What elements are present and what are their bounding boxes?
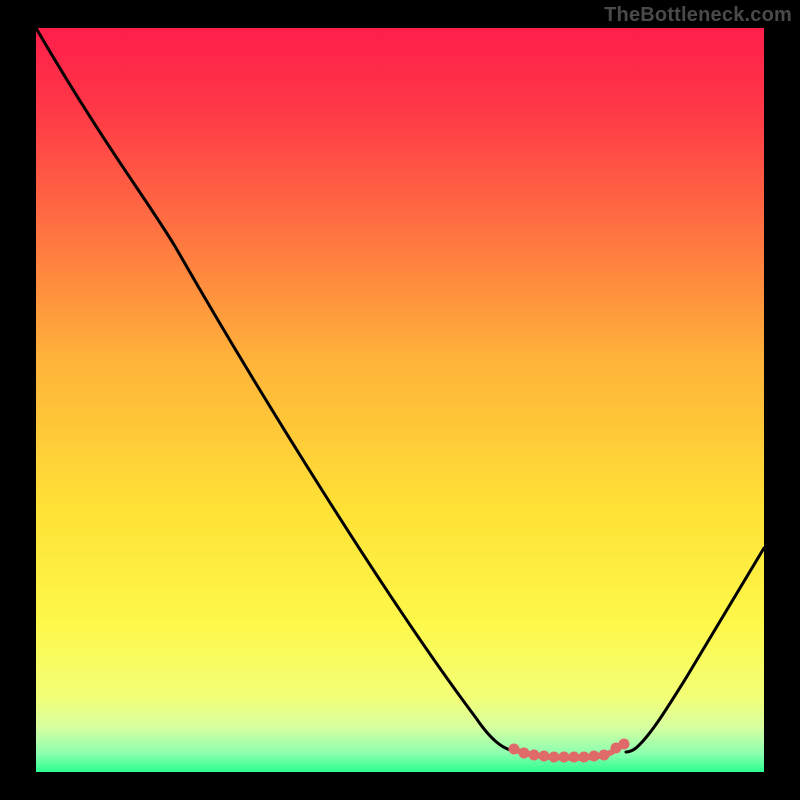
highlight-dot bbox=[619, 739, 630, 750]
highlight-dot bbox=[569, 752, 580, 763]
highlight-dot bbox=[509, 744, 520, 755]
highlight-dot bbox=[579, 752, 590, 763]
highlight-dot bbox=[549, 752, 560, 763]
highlight-dot bbox=[519, 748, 530, 759]
watermark-text: TheBottleneck.com bbox=[604, 4, 792, 27]
highlight-dot bbox=[599, 750, 610, 761]
highlight-dot bbox=[529, 750, 540, 761]
highlight-dot bbox=[589, 751, 600, 762]
highlight-dot bbox=[559, 752, 570, 763]
chart-root: TheBottleneck.com bbox=[0, 0, 800, 800]
curve-right-branch bbox=[626, 548, 764, 752]
highlight-dots bbox=[509, 739, 630, 763]
curve-left-branch bbox=[36, 28, 513, 751]
plot-area bbox=[36, 28, 764, 772]
highlight-dot bbox=[539, 751, 550, 762]
curve-layer bbox=[36, 28, 764, 772]
